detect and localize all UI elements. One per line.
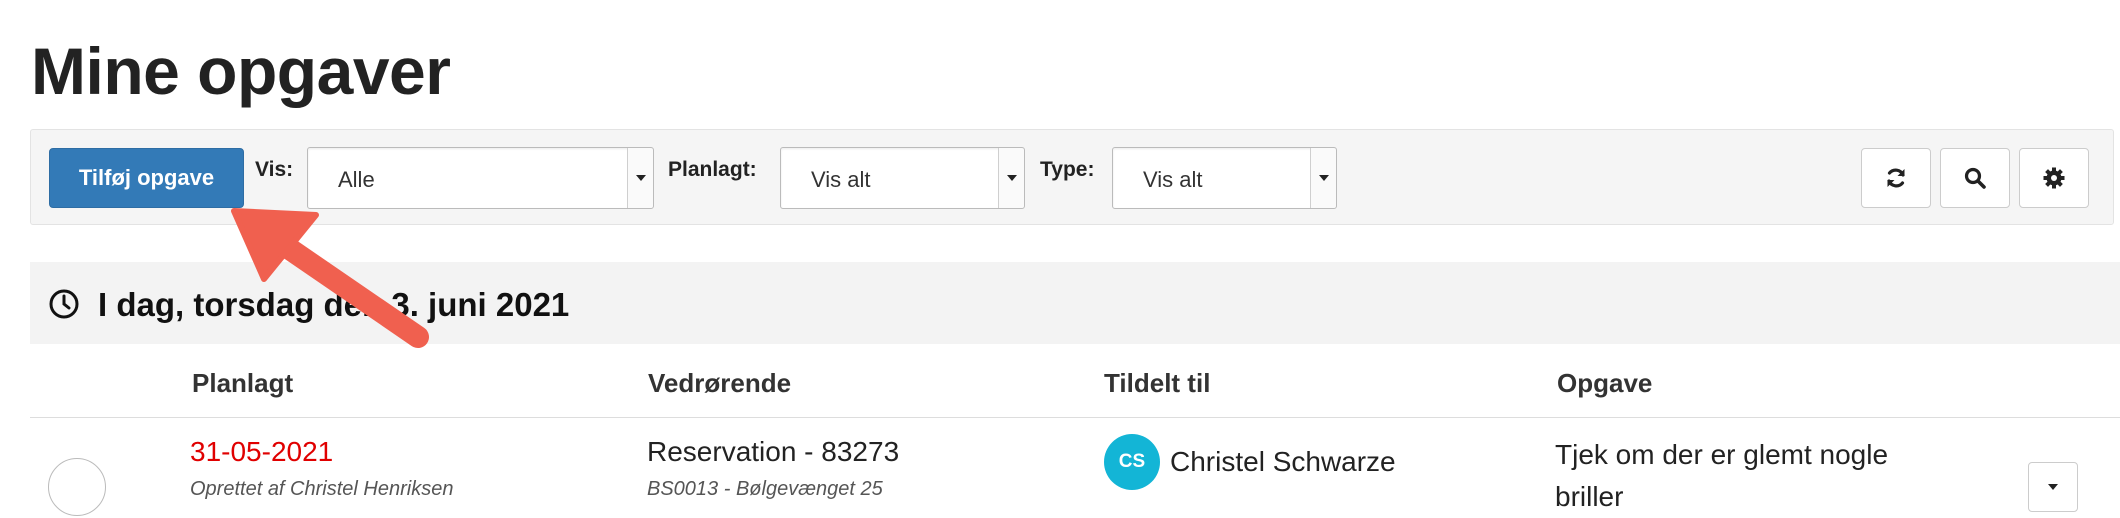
refresh-icon xyxy=(1887,168,1905,188)
table-header: Planlagt Vedrørende Tildelt til Opgave xyxy=(30,344,2120,418)
add-task-button[interactable]: Tilføj opgave xyxy=(49,148,244,208)
planned-date: 31-05-2021 xyxy=(190,436,334,467)
table-row[interactable]: 31-05-2021 Oprettet af Christel Henrikse… xyxy=(30,418,2120,518)
filter-label-planlagt: Planlagt: xyxy=(668,158,757,181)
filter-select-vis[interactable]: Alle xyxy=(307,147,654,209)
chevron-down-icon xyxy=(2048,484,2058,490)
row-actions-dropdown[interactable] xyxy=(2028,462,2078,512)
filter-select-type[interactable]: Vis alt xyxy=(1112,147,1337,209)
regarding-link[interactable]: Reservation - 83273 xyxy=(647,436,899,468)
search-button[interactable] xyxy=(1940,148,2010,208)
chevron-down-icon xyxy=(998,148,1024,208)
avatar: CS xyxy=(1104,434,1160,490)
refresh-button[interactable] xyxy=(1861,148,1931,208)
clock-icon xyxy=(49,289,79,319)
assignee-name: Christel Schwarze xyxy=(1170,446,1396,477)
chevron-down-icon xyxy=(627,148,653,208)
settings-button[interactable] xyxy=(2019,148,2089,208)
column-header-vedroerende: Vedrørende xyxy=(648,368,792,398)
column-header-opgave: Opgave xyxy=(1557,368,1653,398)
select-value: Vis alt xyxy=(811,167,871,192)
task-description: Tjek om der er glemt nogle briller xyxy=(1555,439,1889,512)
chevron-down-icon xyxy=(1310,148,1336,208)
select-value: Vis alt xyxy=(1143,167,1203,192)
page-title: Mine opgaver xyxy=(31,34,451,108)
search-icon xyxy=(1964,167,1986,189)
complete-task-checkbox[interactable] xyxy=(48,458,106,516)
column-header-tildelt: Tildelt til xyxy=(1104,368,1211,398)
gear-icon xyxy=(2043,167,2065,189)
column-header-planlagt: Planlagt xyxy=(192,368,294,398)
annotation-arrow-icon xyxy=(231,208,429,348)
filter-label-type: Type: xyxy=(1040,158,1095,181)
regarding-detail: BS0013 - Bølgevænget 25 xyxy=(647,478,883,500)
select-value: Alle xyxy=(338,167,375,192)
created-by: Oprettet af Christel Henriksen xyxy=(190,478,454,500)
filter-label-vis: Vis: xyxy=(255,158,294,181)
filter-select-planlagt[interactable]: Vis alt xyxy=(780,147,1025,209)
